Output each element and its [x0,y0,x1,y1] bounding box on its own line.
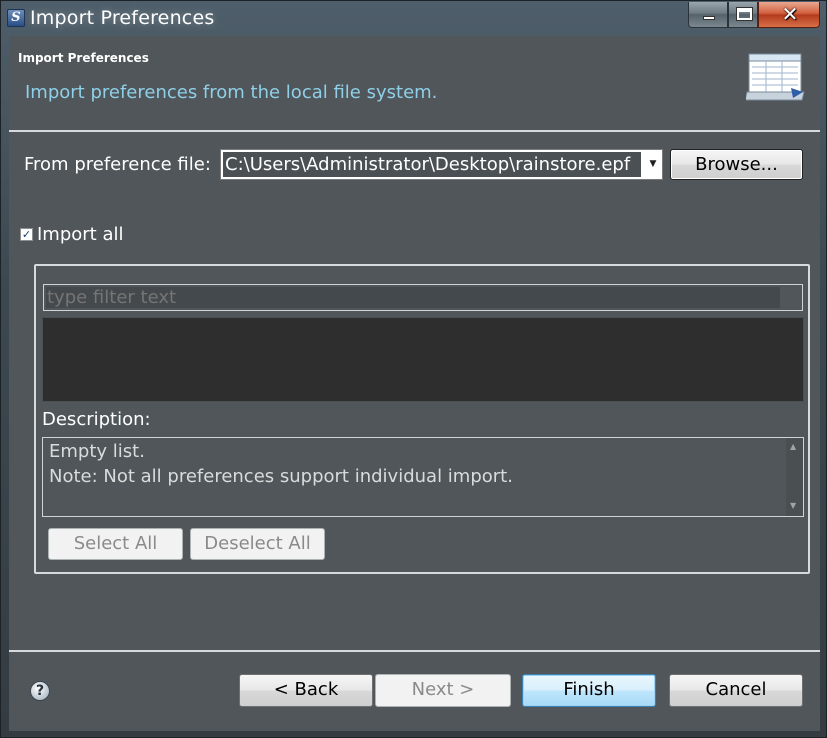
footer-separator [9,650,820,652]
cancel-button[interactable]: Cancel [669,674,803,707]
deselect-all-button[interactable]: Deselect All [190,528,325,560]
dialog-client-area: Import Preferences Import preferences fr… [9,36,820,731]
window-title: Import Preferences [30,7,215,29]
app-icon: S [7,9,25,27]
maximize-icon [736,7,753,21]
maximize-button[interactable] [728,2,758,28]
minimize-button[interactable] [688,2,728,28]
import-all-checkbox[interactable]: ✓ [20,228,33,241]
preference-file-label: From preference file: [24,154,211,175]
scroll-up-icon[interactable]: ▲ [790,442,796,451]
import-preferences-window: S Import Preferences ✕ Import Preference… [0,0,827,738]
page-message: Import preferences from the local file s… [25,82,438,103]
header-separator [9,130,820,132]
next-button[interactable]: Next > [375,674,511,707]
description-line: Empty list. [49,441,145,462]
title-bar[interactable]: S Import Preferences ✕ [1,1,826,35]
chevron-down-icon[interactable]: ▼ [645,152,661,177]
select-all-button[interactable]: Select All [48,528,183,560]
back-button[interactable]: < Back [239,674,373,707]
description-line: Note: Not all preferences support indivi… [49,466,513,487]
close-button[interactable]: ✕ [758,2,820,28]
page-title: Import Preferences [18,51,149,65]
browse-button[interactable]: Browse... [670,149,803,180]
minimize-icon [703,16,715,20]
help-icon[interactable]: ? [30,681,50,701]
close-icon: ✕ [781,2,799,26]
filter-input[interactable] [46,287,780,308]
description-label: Description: [42,409,151,430]
scroll-down-icon[interactable]: ▼ [790,501,796,510]
preferences-group: Description: Empty list. Note: Not all p… [34,264,810,574]
finish-button[interactable]: Finish [522,674,656,707]
description-scrollbar[interactable]: ▲ ▼ [786,438,803,516]
preference-file-path[interactable]: C:\Users\Administrator\Desktop\rainstore… [223,152,641,177]
import-wizard-banner-icon [746,53,805,101]
filter-field[interactable] [43,284,803,311]
import-all-label[interactable]: Import all [37,224,124,245]
description-text-area[interactable]: Empty list. Note: Not all preferences su… [42,437,804,517]
preferences-tree[interactable] [42,317,804,402]
preference-file-combo[interactable]: C:\Users\Administrator\Desktop\rainstore… [220,149,663,180]
